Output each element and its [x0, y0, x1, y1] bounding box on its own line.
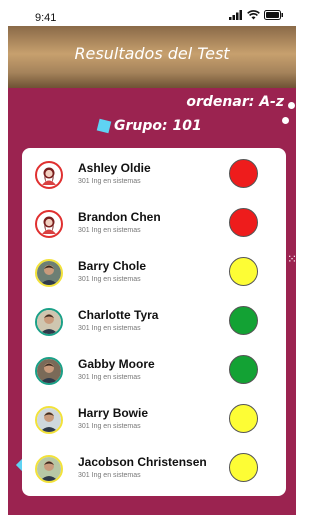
student-subtitle: 301 Ing en sistemas	[78, 178, 141, 185]
status-indicator-red	[229, 159, 258, 188]
woman-icon	[38, 164, 60, 186]
app-screen: 9:41 Resultados del Test ordenar: A-z Gr…	[0, 0, 298, 515]
list-item[interactable]: Gabby Moore 301 Ing en sistemas	[22, 352, 286, 398]
sparkle-icon: ⁙	[287, 252, 298, 266]
man-photo-icon	[37, 359, 61, 383]
avatar	[35, 455, 63, 483]
list-item[interactable]: Charlotte Tyra 301 Ing en sistemas	[22, 303, 286, 349]
status-time: 9:41	[35, 12, 57, 24]
woman-icon	[38, 213, 60, 235]
decorative-dot	[282, 117, 289, 124]
sort-button[interactable]: ordenar: A-z	[186, 94, 284, 110]
status-indicator-yellow	[229, 257, 258, 286]
avatar	[35, 357, 63, 385]
man-photo-icon	[37, 261, 61, 285]
student-name: Charlotte Tyra	[78, 308, 159, 322]
group-selector[interactable]: Grupo: 101	[96, 118, 202, 134]
avatar	[35, 210, 63, 238]
status-indicator-green	[229, 306, 258, 335]
student-name: Jacobson Christensen	[78, 455, 207, 469]
avatar	[35, 259, 63, 287]
man-photo-icon	[37, 457, 61, 481]
decorative-dot	[288, 102, 295, 109]
list-item[interactable]: Barry Chole 301 Ing en sistemas	[22, 254, 286, 300]
student-subtitle: 301 Ing en sistemas	[78, 472, 141, 479]
battery-icon	[264, 10, 283, 20]
status-indicator-green	[229, 355, 258, 384]
student-subtitle: 301 Ing en sistemas	[78, 423, 141, 430]
page-title: Resultados del Test	[74, 44, 230, 63]
status-indicator-yellow	[229, 453, 258, 482]
diamond-icon	[96, 118, 112, 134]
student-subtitle: 301 Ing en sistemas	[78, 276, 141, 283]
man-photo-icon	[37, 310, 61, 334]
signal-icon	[229, 10, 242, 20]
list-item[interactable]: Ashley Oldie 301 Ing en sistemas	[22, 156, 286, 202]
avatar	[35, 406, 63, 434]
wifi-icon	[247, 10, 260, 20]
group-label: Grupo: 101	[114, 118, 202, 134]
status-icons	[229, 10, 284, 20]
student-name: Gabby Moore	[78, 357, 155, 371]
header-banner: Resultados del Test	[8, 26, 296, 88]
man-photo-icon	[37, 408, 61, 432]
student-name: Barry Chole	[78, 259, 147, 273]
student-name: Harry Bowie	[78, 406, 149, 420]
status-indicator-yellow	[229, 404, 258, 433]
avatar	[35, 308, 63, 336]
student-subtitle: 301 Ing en sistemas	[78, 374, 141, 381]
status-bar: 9:41	[0, 0, 296, 26]
student-name: Ashley Oldie	[78, 161, 151, 175]
student-subtitle: 301 Ing en sistemas	[78, 325, 141, 332]
student-name: Brandon Chen	[78, 210, 161, 224]
list-item[interactable]: Jacobson Christensen 301 Ing en sistemas	[22, 450, 286, 496]
list-item[interactable]: Brandon Chen 301 Ing en sistemas	[22, 205, 286, 251]
student-subtitle: 301 Ing en sistemas	[78, 227, 141, 234]
student-list: Ashley Oldie 301 Ing en sistemas Brandon C…	[22, 148, 286, 496]
list-item[interactable]: Harry Bowie 301 Ing en sistemas	[22, 401, 286, 447]
status-indicator-red	[229, 208, 258, 237]
avatar	[35, 161, 63, 189]
